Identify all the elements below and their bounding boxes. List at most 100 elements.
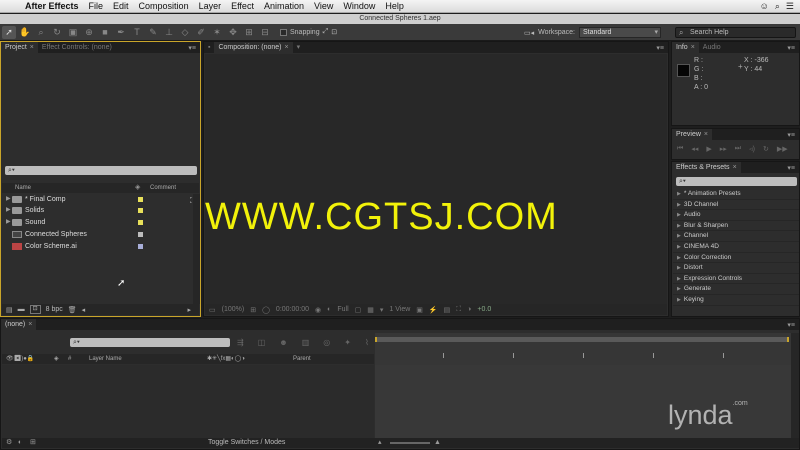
ram-preview-icon[interactable]: ▶▶ [777, 145, 788, 153]
bit-depth-button[interactable]: 8 bpc [46, 306, 63, 313]
tab-audio[interactable]: Audio [699, 42, 725, 53]
close-icon[interactable]: × [691, 44, 695, 51]
panel-menu-icon[interactable]: ▾≡ [787, 164, 799, 172]
menu-file[interactable]: File [84, 0, 109, 13]
view-axis-icon[interactable]: ⊟ [258, 26, 272, 39]
exposure-value[interactable]: +0.0 [477, 306, 491, 313]
zoom-slider[interactable] [390, 442, 430, 444]
new-folder-icon[interactable]: ▬ [18, 306, 25, 313]
scroll-left-icon[interactable]: ◂ [82, 306, 86, 314]
resolution-select[interactable]: Full [337, 306, 348, 313]
menu-effect[interactable]: Effect [226, 0, 259, 13]
menu-app-name[interactable]: After Effects [20, 0, 84, 13]
tab-preview[interactable]: Preview × [672, 129, 712, 140]
snapping-toggle[interactable]: Snapping ⤢ ⊡ [280, 28, 337, 36]
first-frame-icon[interactable]: ⏮ [677, 145, 683, 153]
local-axis-icon[interactable]: ✥ [226, 26, 240, 39]
brainstorm-icon[interactable]: ✦ [344, 338, 351, 347]
label-tag-icon[interactable]: ◈ [54, 354, 59, 364]
workspace-icon[interactable]: ▭◂ [524, 29, 534, 37]
snapping-checkbox[interactable] [280, 28, 287, 36]
disclosure-triangle-icon[interactable]: ▶ [677, 255, 681, 261]
column-number[interactable]: # [68, 354, 71, 364]
tab-timeline[interactable]: (none) × [1, 319, 37, 330]
motion-blur-icon[interactable]: ◎ [323, 338, 330, 347]
label-color-swatch[interactable] [138, 197, 143, 202]
project-scrollbar[interactable] [193, 194, 200, 304]
workspace-select[interactable]: Standard [578, 27, 661, 38]
menu-composition[interactable]: Composition [134, 0, 194, 13]
effect-category[interactable]: ▶ Blur & Sharpen [673, 221, 799, 232]
timeline-scrollbar[interactable] [791, 333, 799, 439]
effect-category[interactable]: ▶ * Animation Presets [673, 189, 799, 200]
project-item[interactable]: ▶ * Final Comp [2, 194, 192, 205]
close-icon[interactable]: × [30, 44, 34, 51]
shape-tool-icon[interactable]: ■ [98, 26, 112, 39]
toggle-pixel-icon[interactable]: ▣ [416, 306, 423, 314]
search-help-input[interactable]: ⌕ Search Help [675, 27, 796, 38]
comp-mini-flowchart-icon[interactable]: ⇶ [237, 338, 244, 347]
trash-icon[interactable]: 🗑 [68, 306, 77, 314]
tab-composition[interactable]: Composition: (none) × [214, 42, 293, 53]
disclosure-triangle-icon[interactable]: ▶ [677, 244, 681, 250]
eraser-tool-icon[interactable]: ◇ [178, 26, 192, 39]
expand-collapse-icon[interactable]: ◐ [18, 438, 22, 448]
graph-editor-icon[interactable]: ⌇ [365, 338, 369, 347]
effect-category[interactable]: ▶ Generate [673, 284, 799, 295]
pen-tool-icon[interactable]: ✒ [114, 26, 128, 39]
project-item[interactable]: Color Scheme.ai [2, 241, 192, 252]
panel-menu-icon[interactable]: ▾≡ [787, 44, 799, 52]
snap-features-icon[interactable]: ⊡ [331, 28, 337, 36]
mute-icon[interactable]: ◃) [749, 145, 755, 153]
shy-icon[interactable]: ☻ [279, 338, 287, 347]
effect-category[interactable]: ▶ 3D Channel [673, 200, 799, 211]
camera-view-select[interactable]: ▾ [380, 306, 384, 314]
toggle-switches-modes-button[interactable]: Toggle Switches / Modes [208, 438, 285, 448]
column-layer-name[interactable]: Layer Name [89, 354, 122, 364]
spotlight-icon[interactable]: ⌕ [775, 1, 780, 12]
tab-effect-controls[interactable]: Effect Controls: (none) [38, 42, 116, 53]
list-icon[interactable]: ☰ [786, 1, 794, 12]
effects-search-input[interactable]: ⌕▾ [676, 177, 797, 186]
new-comp-icon[interactable]: ⊡ [29, 305, 41, 314]
effect-category[interactable]: ▶ Audio [673, 210, 799, 221]
disclosure-triangle-icon[interactable]: ▶ [677, 276, 681, 282]
world-axis-icon[interactable]: ⊞ [242, 26, 256, 39]
disclosure-triangle-icon[interactable]: ▶ [6, 194, 11, 205]
disclosure-triangle-icon[interactable]: ▶ [677, 233, 681, 239]
av-features-icon[interactable]: 👁◀)●🔒 [6, 354, 34, 364]
effect-category[interactable]: ▶ Distort [673, 263, 799, 274]
comp-settings-icon[interactable]: ⚙ [6, 438, 12, 448]
fast-preview-icon[interactable]: ⚡ [429, 306, 438, 314]
switches-icon[interactable]: ✱✳╲fx▦◐◯◑ [207, 354, 245, 364]
flowchart-icon[interactable]: ⛶ [456, 306, 461, 314]
close-icon[interactable]: × [28, 321, 32, 328]
effect-category[interactable]: ▶ Color Correction [673, 253, 799, 264]
region-of-interest-icon[interactable]: ▢ [355, 306, 362, 314]
snapshot-icon[interactable]: ◉ [315, 306, 321, 314]
tab-effects-presets[interactable]: Effects & Presets × [672, 162, 741, 173]
brush-tool-icon[interactable]: ✎ [146, 26, 160, 39]
user-icon[interactable]: ☺ [760, 1, 769, 11]
panel-menu-icon[interactable]: ▾≡ [188, 44, 200, 52]
timeline-search-input[interactable]: ⌕▾ [70, 338, 230, 347]
previous-frame-icon[interactable]: ◂◂ [691, 145, 698, 153]
column-parent[interactable]: Parent [293, 354, 311, 364]
loop-icon[interactable]: ↻ [763, 145, 769, 153]
label-tag-icon[interactable]: ◈ [135, 183, 140, 193]
always-preview-icon[interactable]: ▭ [209, 306, 216, 314]
label-color-swatch[interactable] [138, 232, 143, 237]
disclosure-triangle-icon[interactable]: ▶ [677, 286, 681, 292]
project-item[interactable]: ▶ Solids [2, 205, 192, 216]
menu-edit[interactable]: Edit [108, 0, 134, 13]
disclosure-triangle-icon[interactable]: ▶ [6, 217, 11, 228]
play-icon[interactable]: ▶ [706, 145, 711, 153]
effect-category[interactable]: ▶ Channel [673, 231, 799, 242]
disclosure-triangle-icon[interactable]: ▶ [677, 212, 681, 218]
work-area-bar[interactable] [375, 337, 789, 342]
effect-category[interactable]: ▶ CINEMA 4D [673, 242, 799, 253]
pan-behind-tool-icon[interactable]: ⊕ [82, 26, 96, 39]
label-color-swatch[interactable] [138, 220, 143, 225]
transparency-grid-icon[interactable]: ▦ [367, 306, 374, 314]
puppet-tool-icon[interactable]: ✶ [210, 26, 224, 39]
